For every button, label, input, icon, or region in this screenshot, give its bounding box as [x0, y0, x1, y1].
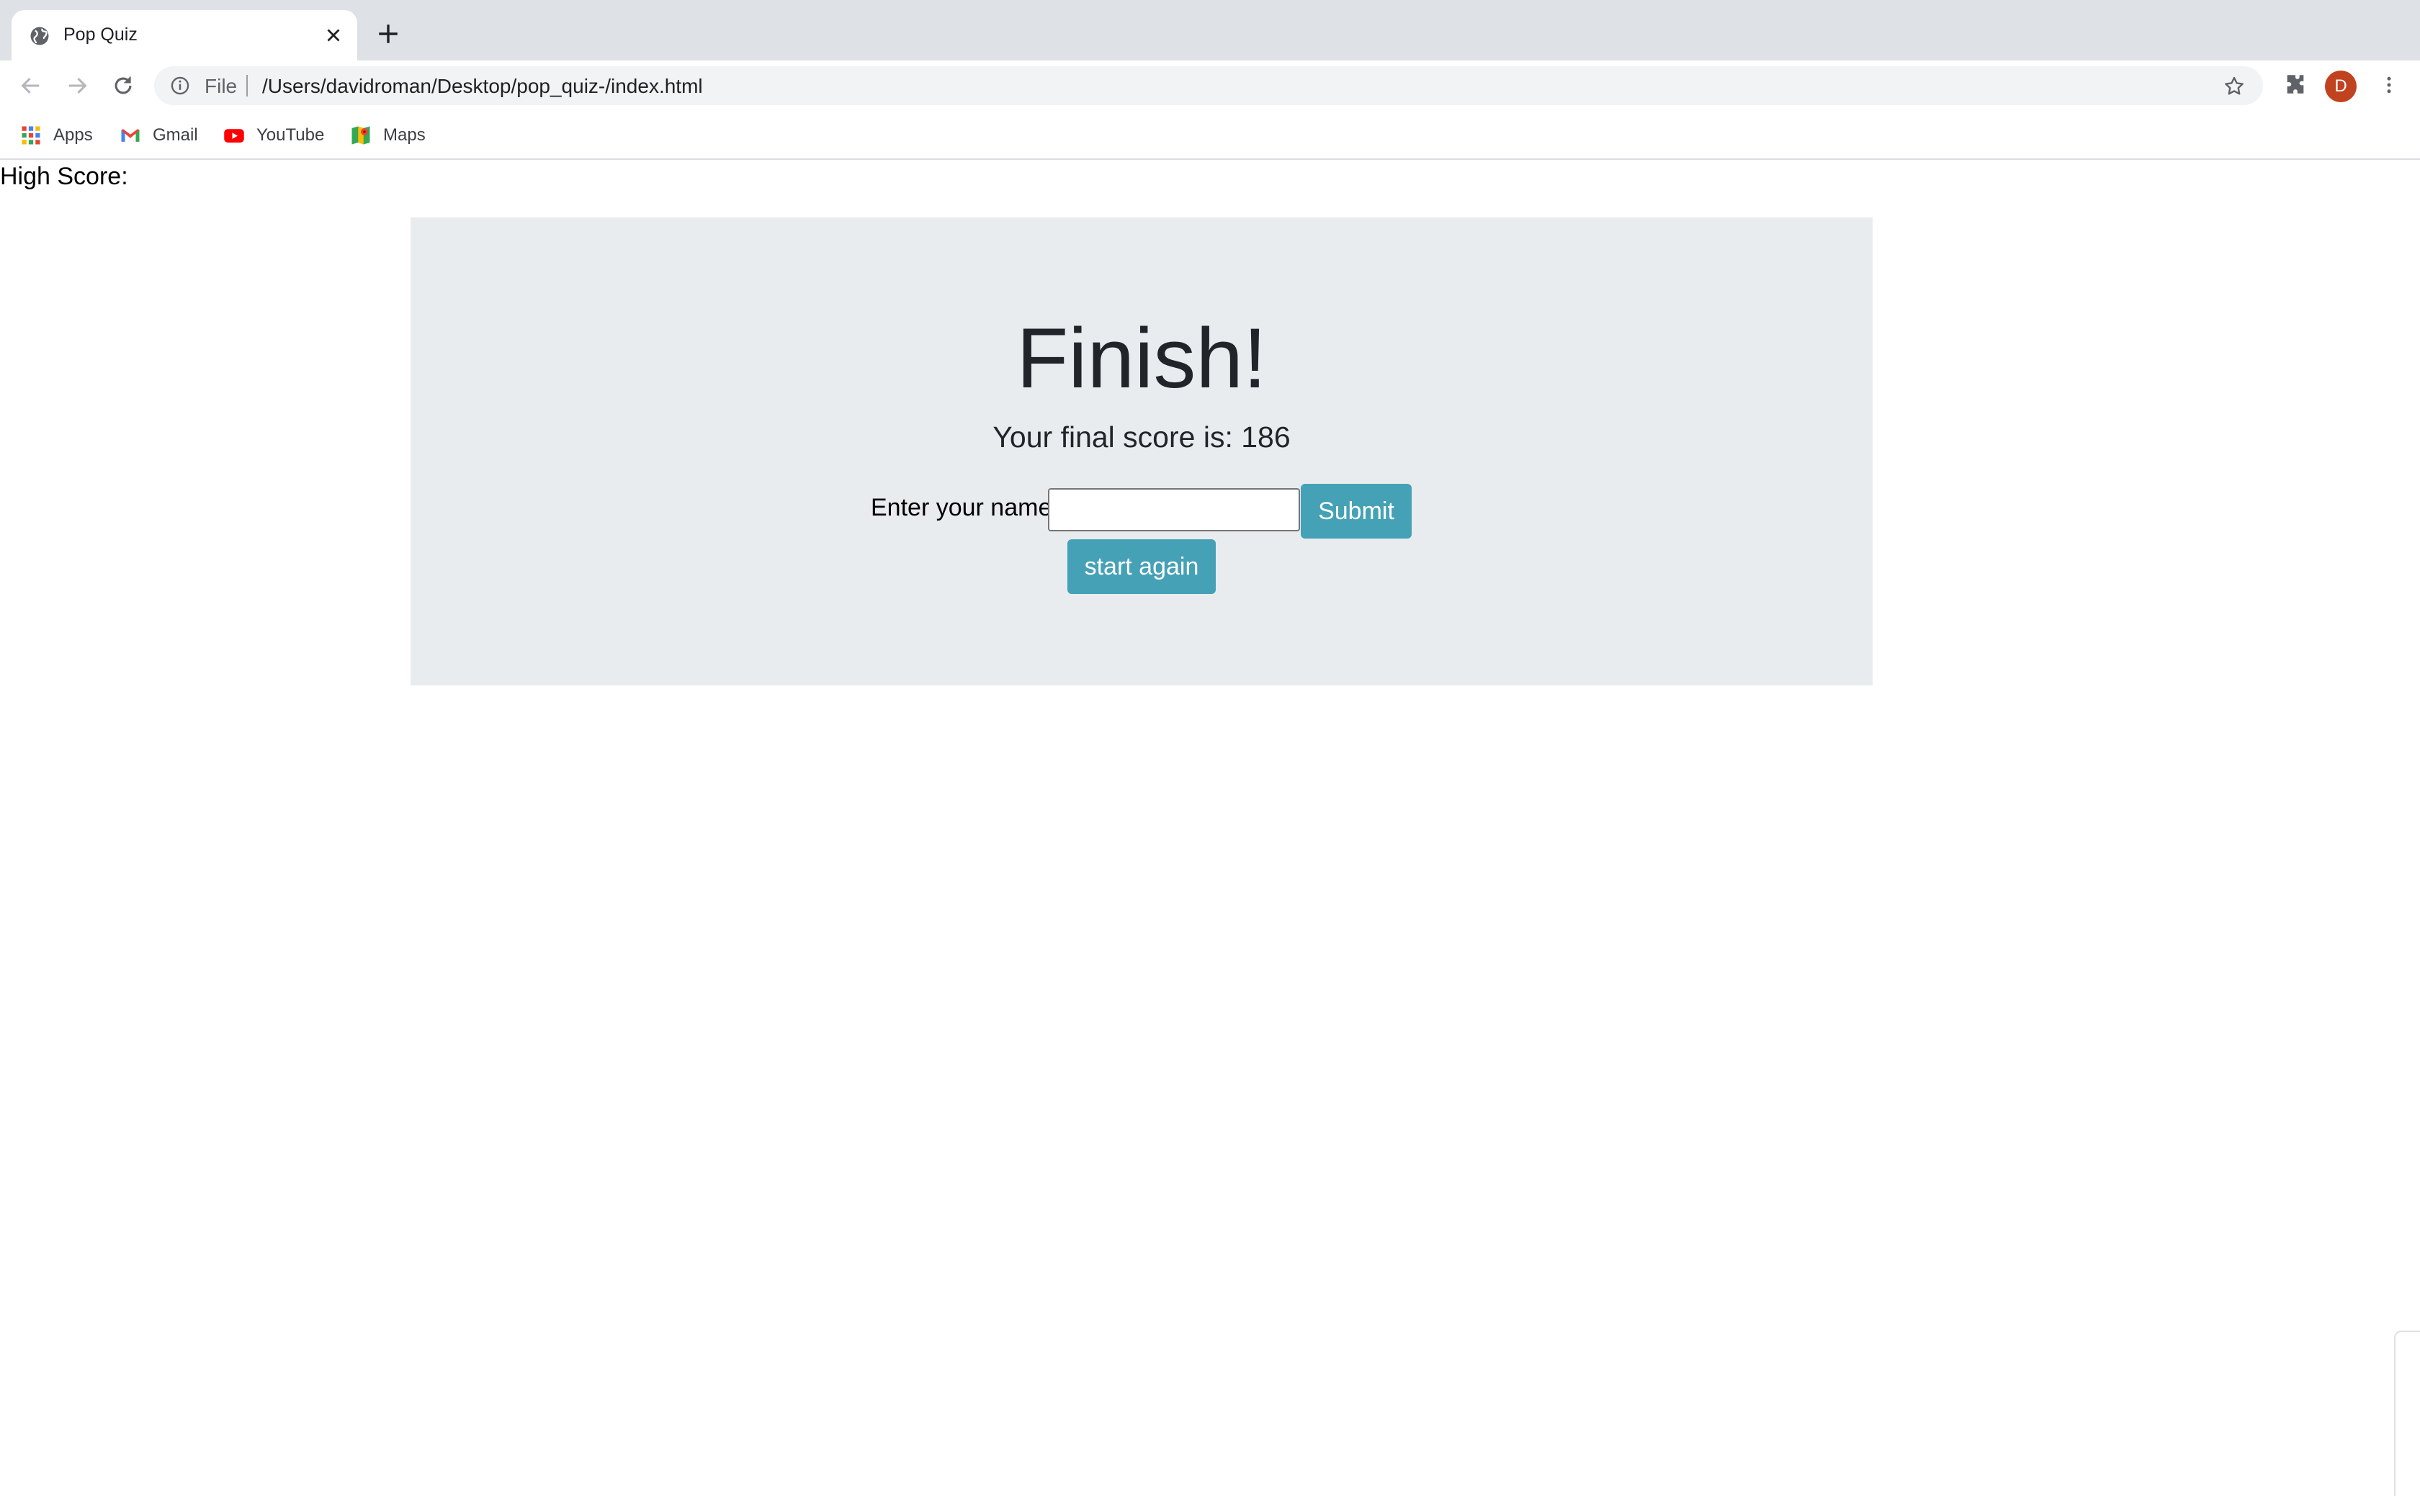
- bookmark-label: YouTube: [256, 125, 325, 145]
- bookmark-maps[interactable]: Maps: [350, 122, 426, 148]
- address-bar[interactable]: File /Users/davidroman/Desktop/pop_quiz-…: [154, 66, 2263, 105]
- new-tab-icon[interactable]: [376, 22, 400, 46]
- bookmark-youtube[interactable]: YouTube: [223, 122, 324, 148]
- more-menu-icon[interactable]: [2378, 72, 2400, 98]
- url-scheme: File: [205, 75, 238, 97]
- maps-icon: [351, 126, 370, 145]
- bookmark-star-icon[interactable]: [2223, 75, 2246, 98]
- high-score-link[interactable]: High Score:: [0, 163, 128, 191]
- reload-icon[interactable]: [111, 73, 135, 98]
- name-input[interactable]: [1048, 488, 1300, 531]
- submit-button[interactable]: Submit: [1301, 484, 1412, 539]
- extensions-puzzle-icon[interactable]: [2283, 72, 2308, 96]
- name-form: Enter your name: Submit: [411, 484, 1873, 540]
- divider: [246, 75, 248, 96]
- tab-strip: Pop Quiz: [0, 0, 2420, 60]
- gmail-icon: [121, 129, 140, 142]
- bookmark-label: Maps: [383, 125, 426, 145]
- browser-tab[interactable]: Pop Quiz: [12, 10, 357, 60]
- finish-panel: Finish! Your final score is: 186 Enter y…: [411, 217, 1873, 685]
- url-text[interactable]: /Users/davidroman/Desktop/pop_quiz-/inde…: [262, 75, 703, 98]
- profile-avatar[interactable]: D: [2325, 71, 2357, 102]
- info-icon[interactable]: [170, 76, 190, 96]
- name-label: Enter your name:: [871, 494, 1059, 521]
- start-again-button[interactable]: start again: [1067, 539, 1216, 594]
- back-arrow-icon[interactable]: [19, 73, 43, 98]
- forward-arrow-icon[interactable]: [65, 73, 89, 98]
- apps-grid-icon: [22, 126, 40, 145]
- globe-icon: [30, 27, 49, 45]
- tab-title: Pop Quiz: [63, 24, 138, 45]
- close-icon[interactable]: [323, 24, 344, 46]
- browser-toolbar: File /Users/davidroman/Desktop/pop_quiz-…: [0, 60, 2420, 109]
- bookmark-label: Gmail: [153, 125, 198, 145]
- final-score-text: Your final score is: 186: [992, 420, 1291, 454]
- bookmark-apps[interactable]: Apps: [20, 122, 93, 148]
- bookmarks-bar: Apps Gmail YouTube Maps: [0, 109, 2420, 160]
- bookmark-gmail[interactable]: Gmail: [120, 122, 198, 148]
- page-title: Finish!: [1016, 311, 1267, 406]
- screenshot-thumbnail[interactable]: [2394, 1331, 2420, 1496]
- youtube-icon: [224, 129, 244, 143]
- bookmark-label: Apps: [53, 125, 93, 145]
